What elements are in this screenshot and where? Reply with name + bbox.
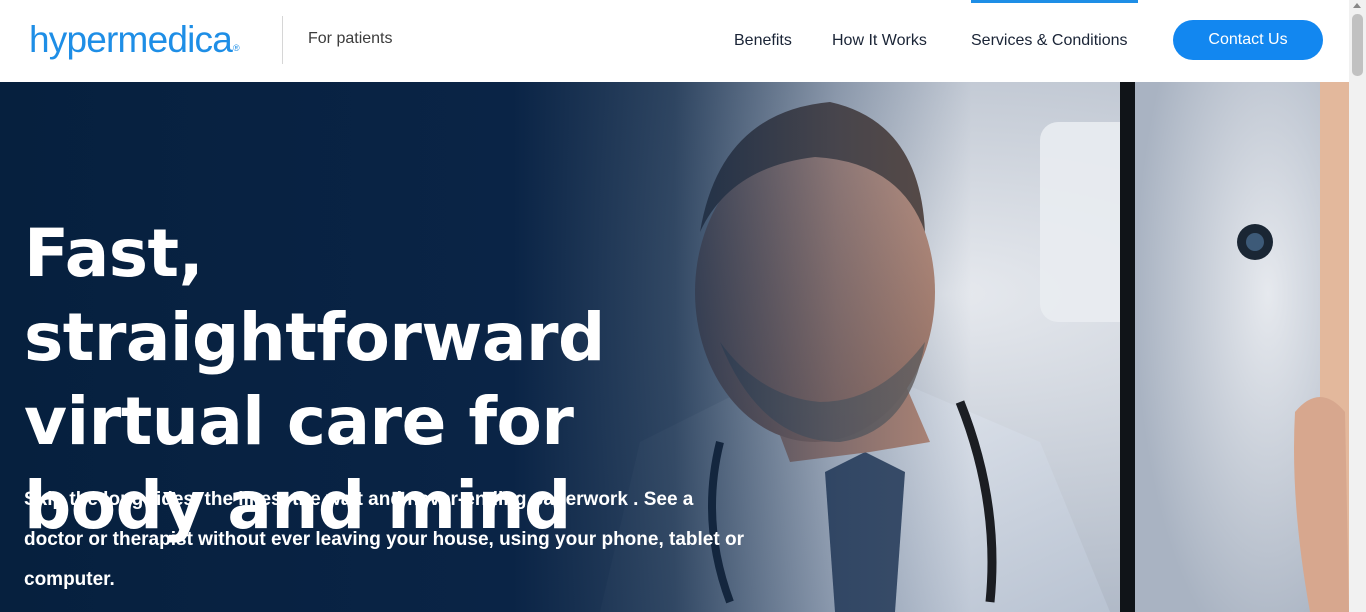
page-scrollbar[interactable] xyxy=(1349,0,1366,612)
for-patients-label: For patients xyxy=(308,30,393,47)
nav-benefits[interactable]: Benefits xyxy=(734,32,792,50)
hypermedica-logo[interactable]: hypermedica® xyxy=(29,18,240,62)
header-divider xyxy=(282,16,283,64)
logo-text: hypermedica xyxy=(29,19,233,60)
hero-section: Fast, straightforward virtual care for b… xyxy=(0,82,1349,612)
registered-mark: ® xyxy=(233,43,240,53)
site-header: hypermedica® For patients Benefits How I… xyxy=(0,0,1349,82)
contact-us-button[interactable]: Contact Us xyxy=(1173,20,1323,60)
hero-subtitle: Skip the long rides, the lines, the wait… xyxy=(24,489,744,590)
scrollbar-thumb[interactable] xyxy=(1352,14,1363,76)
nav-services-conditions[interactable]: Services & Conditions xyxy=(971,32,1128,50)
nav-how-it-works[interactable]: How It Works xyxy=(832,32,927,50)
active-nav-indicator xyxy=(971,0,1138,3)
scroll-up-arrow-icon[interactable] xyxy=(1353,3,1361,8)
